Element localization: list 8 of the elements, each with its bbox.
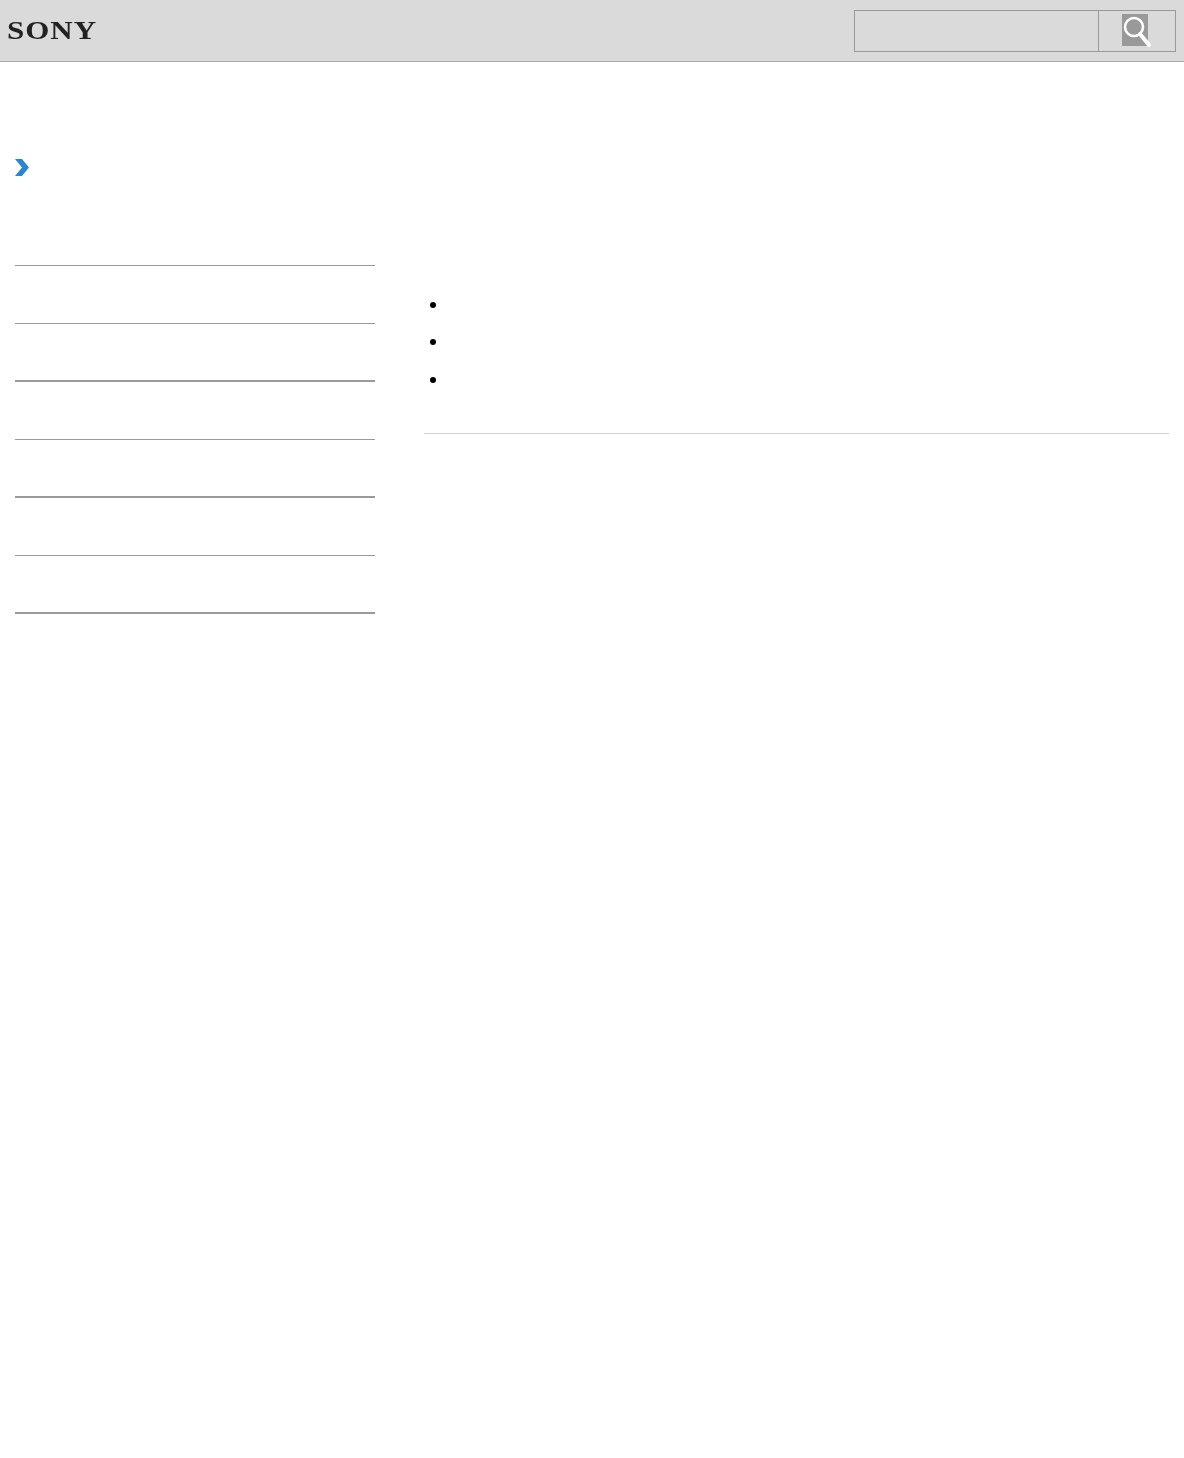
bullet-icon bbox=[430, 301, 436, 308]
logo: SONY bbox=[7, 16, 98, 45]
search-button[interactable] bbox=[1099, 9, 1176, 52]
bullet-icon bbox=[430, 339, 436, 346]
bullet-icon bbox=[430, 376, 436, 383]
search-icon bbox=[1122, 13, 1152, 48]
search-field[interactable] bbox=[854, 9, 1099, 52]
chevron-icon bbox=[14, 158, 30, 177]
